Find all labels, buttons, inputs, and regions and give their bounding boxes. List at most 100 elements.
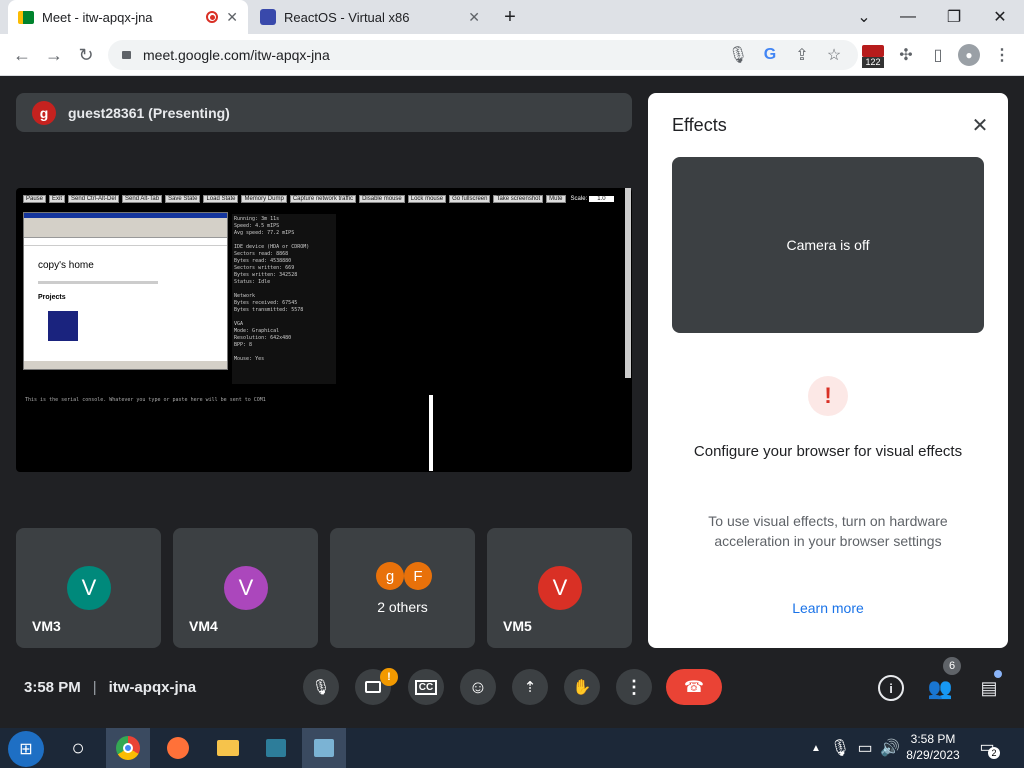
hang-up-icon: ☎ [684, 679, 704, 696]
present-button[interactable]: ⇡ [512, 669, 548, 705]
stat-line: Bytes read: 4538880 [234, 258, 292, 264]
browser-menu-icon[interactable]: ⋮ [992, 45, 1012, 65]
serial-console[interactable]: This is the serial console. Whatever you… [23, 395, 433, 471]
vm-app-icon[interactable] [302, 728, 346, 768]
emulator-stats: Running: 3m 11s Speed: 4.5 mIPS Avg speed:… [232, 214, 336, 384]
warning-icon: ! [808, 376, 848, 416]
participant-tile-others[interactable]: g F 2 others [330, 528, 475, 648]
firefox-taskbar-icon[interactable] [156, 728, 200, 768]
captions-button[interactable]: CC [408, 669, 444, 705]
scrollbar[interactable] [625, 188, 631, 378]
participant-avatar: g [376, 562, 404, 590]
people-icon[interactable]: 👥 [926, 675, 954, 701]
microphone-button[interactable]: 🎙 [303, 669, 339, 705]
stat-line: Mouse: Yes [234, 356, 265, 362]
stat-line: Sectors read: 8868 [234, 251, 289, 257]
leave-call-button[interactable]: ☎ [666, 669, 722, 705]
close-icon[interactable]: ✕ [968, 113, 992, 137]
participant-avatar: V [538, 566, 582, 610]
search-icon[interactable]: ○ [56, 728, 100, 768]
chrome-taskbar-icon[interactable] [106, 728, 150, 768]
minimize-button[interactable]: — [896, 5, 920, 29]
emulator-button[interactable]: Save State [165, 195, 201, 203]
tab-reactos[interactable]: ReactOS - Virtual x86 ✕ [250, 0, 490, 34]
effects-body: To use visual effects, turn on hardware … [708, 513, 948, 549]
stat-line [234, 286, 334, 293]
hand-icon: ✋ [572, 679, 592, 696]
close-tab-icon[interactable]: ✕ [226, 9, 238, 26]
stat-line: Running: 3m 11s [234, 216, 280, 222]
new-tab-button[interactable]: + [498, 5, 522, 29]
forward-arrow-icon[interactable]: → [42, 43, 66, 67]
extensions-puzzle-icon[interactable]: ✣ [896, 45, 916, 65]
google-lens-icon[interactable]: G [760, 45, 780, 65]
mic-indicator-icon[interactable]: 🎙 [728, 45, 748, 65]
emoji-icon: ☺ [468, 676, 488, 697]
participant-avatar: V [67, 566, 111, 610]
store-icon[interactable] [254, 728, 298, 768]
more-options-button[interactable]: ⋮ [616, 669, 652, 705]
meeting-details-icon[interactable]: i [878, 675, 904, 701]
emulator-button[interactable]: Exit [49, 195, 66, 203]
tray-overflow-icon[interactable]: ▲ [808, 738, 824, 758]
back-arrow-icon[interactable]: ← [10, 43, 34, 67]
emulator-button[interactable]: Go fullscreen [449, 195, 491, 203]
meet-icon [18, 10, 34, 24]
reactions-button[interactable]: ☺ [460, 669, 496, 705]
lock-icon [122, 51, 131, 59]
stat-line: Speed: 4.5 mIPS [234, 223, 280, 229]
participant-avatar: F [404, 562, 432, 590]
raise-hand-button[interactable]: ✋ [564, 669, 600, 705]
participant-tile-vm5[interactable]: V VM5 [487, 528, 632, 648]
emulator-button[interactable]: Pause [23, 195, 47, 203]
participant-tile-vm3[interactable]: V VM3 [16, 528, 161, 648]
guest-browser-window: copy's home Projects [23, 212, 228, 370]
participant-tile-vm4[interactable]: V VM4 [173, 528, 318, 648]
effects-heading: Configure your browser for visual effect… [693, 443, 963, 460]
bookmark-star-icon[interactable]: ☆ [824, 45, 844, 65]
learn-more-link[interactable]: Learn more [648, 600, 1008, 616]
emulator-button[interactable]: Load State [203, 195, 239, 203]
participant-count-badge: 6 [943, 657, 961, 675]
tab-search-icon[interactable]: ⌄ [852, 5, 876, 29]
emulator-button[interactable]: Disable mouse [359, 195, 405, 203]
extension-badge-icon[interactable]: 122 [862, 45, 884, 69]
file-explorer-icon[interactable] [206, 728, 250, 768]
tab-meet[interactable]: Meet - itw-apqx-jna ✕ [8, 0, 248, 34]
screen-share[interactable]: Pause Exit Send Ctrl-Alt-Del Send Alt-Tab Sa… [16, 188, 632, 472]
stat-line: Network [234, 293, 256, 299]
emulator-button[interactable]: Mute [546, 195, 566, 203]
emulator-button[interactable]: Lock mouse [407, 195, 447, 203]
profile-avatar[interactable]: ● [958, 44, 980, 66]
stat-line [234, 237, 334, 244]
stat-line [234, 349, 334, 356]
notification-count: 2 [988, 747, 1000, 759]
emulator-button[interactable]: Capture network traffic [289, 195, 357, 203]
stat-line: Sectors written: 669 [234, 265, 295, 271]
emulator-button[interactable]: Send Alt-Tab [122, 195, 163, 203]
chat-icon[interactable]: ▤ [976, 675, 1002, 701]
recording-icon [206, 11, 219, 23]
share-icon[interactable]: ⇪ [792, 45, 812, 65]
reload-icon[interactable]: ↻ [74, 43, 98, 67]
stat-line: Mode: Graphical [234, 328, 280, 334]
chat-notification-dot [994, 670, 1002, 678]
stat-line: IDE device (HDA or CDROM) [234, 244, 310, 250]
guest-page-heading: copy's home [38, 260, 94, 271]
side-panel-icon[interactable]: ▯ [928, 45, 948, 65]
meeting-info: 3:58 PM | itw-apqx-jna [24, 679, 197, 696]
stat-line: Bytes written: 342528 [234, 272, 298, 278]
start-button[interactable]: ⊞ [8, 731, 44, 767]
taskbar-clock[interactable]: 3:58 PM 8/29/2023 [904, 731, 962, 763]
volume-icon[interactable]: 🔊 [880, 738, 900, 758]
stat-line [234, 314, 334, 321]
close-tab-icon[interactable]: ✕ [468, 9, 480, 26]
tray-mic-icon[interactable]: 🎙 [830, 738, 850, 758]
restore-button[interactable]: ❐ [942, 5, 966, 29]
stat-line: Resolution: 642x480 [234, 335, 292, 341]
emulator-button[interactable]: Memory Dump [241, 195, 287, 203]
network-icon[interactable]: ▭ [856, 738, 874, 758]
window-close-button[interactable]: ✕ [988, 5, 1012, 29]
emulator-button[interactable]: Take screenshot [493, 195, 544, 203]
emulator-button[interactable]: Send Ctrl-Alt-Del [68, 195, 120, 203]
